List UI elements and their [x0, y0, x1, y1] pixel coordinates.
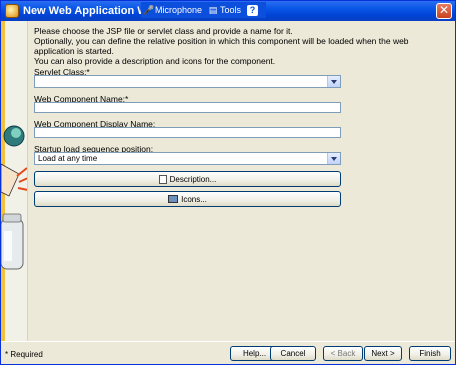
microphone-icon: 🎤	[143, 5, 155, 15]
wizard-footer: * Required Help... Cancel < Back Next > …	[1, 341, 455, 364]
back-button[interactable]: < Back	[323, 346, 363, 361]
finish-button[interactable]: Finish	[409, 346, 451, 361]
required-note: * Required	[5, 350, 43, 359]
help-icon: ?	[247, 4, 259, 16]
tools-button[interactable]: ▤ Tools	[208, 5, 241, 15]
intro-line-1: Please choose the JSP file or servlet cl…	[34, 26, 293, 36]
servlet-class-dropdown-icon[interactable]	[327, 76, 340, 87]
wizard-illustration-icon	[1, 125, 27, 270]
image-icon	[168, 195, 179, 203]
document-icon	[158, 174, 167, 184]
icons-button-label: Icons...	[181, 194, 207, 204]
startup-position-value: Load at any time	[38, 154, 98, 163]
intro-line-3: You can also provide a description and i…	[34, 56, 276, 66]
intro-line-2: Optionally, you can define the relative …	[34, 36, 409, 56]
close-button[interactable]: ✕	[436, 3, 452, 19]
window-title-start: New Web Application Wi	[23, 5, 151, 17]
microphone-button[interactable]: 🎤 Microphone	[143, 5, 202, 15]
tools-icon: ▤	[208, 5, 218, 15]
description-button[interactable]: Description...	[34, 171, 341, 187]
intro-text: Please choose the JSP file or servlet cl…	[34, 26, 446, 66]
language-bar: 🎤 Microphone ▤ Tools ?	[141, 2, 267, 18]
title-bar[interactable]: New Web Application Wi operties 🎤 Microp…	[1, 1, 455, 21]
startup-position-combo[interactable]: Load at any time	[34, 152, 341, 165]
wizard-side-panel	[1, 21, 28, 341]
startup-position-dropdown-icon[interactable]	[327, 153, 340, 164]
wizard-content: Please choose the JSP file or servlet cl…	[31, 21, 451, 341]
component-name-field[interactable]	[34, 102, 341, 113]
icons-button[interactable]: Icons...	[34, 191, 341, 207]
app-icon	[5, 4, 19, 18]
description-button-label: Description...	[169, 174, 217, 184]
display-name-field[interactable]	[34, 127, 341, 138]
tools-label: Tools	[220, 5, 242, 15]
wizard-window: New Web Application Wi operties 🎤 Microp…	[0, 0, 456, 365]
language-help-button[interactable]: ?	[247, 4, 259, 16]
next-button[interactable]: Next >	[364, 346, 402, 361]
microphone-label: Microphone	[155, 5, 203, 15]
cancel-button[interactable]: Cancel	[270, 346, 316, 361]
servlet-class-combo[interactable]	[34, 75, 341, 88]
